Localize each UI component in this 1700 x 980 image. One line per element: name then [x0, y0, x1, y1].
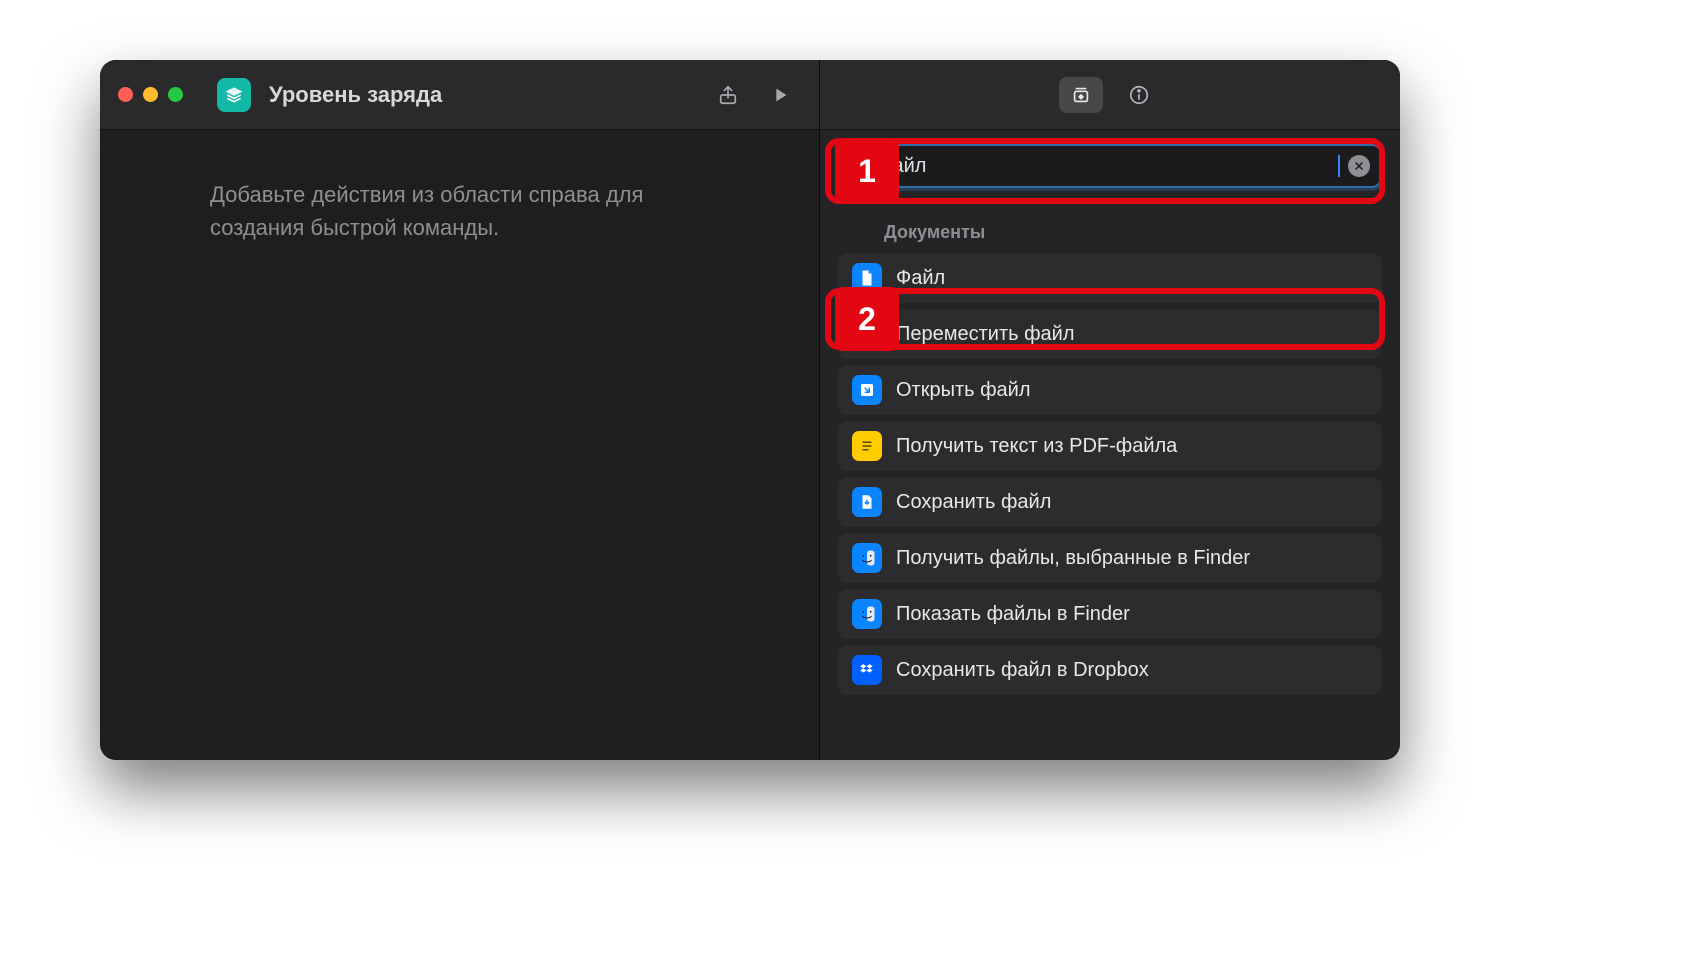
share-button[interactable]	[707, 74, 749, 116]
library-pane: Документы Файл Переместить файл	[820, 60, 1400, 760]
run-button[interactable]	[759, 74, 801, 116]
action-label: Сохранить файл	[896, 490, 1368, 515]
minimize-window-button[interactable]	[143, 87, 158, 102]
action-save-file[interactable]: Сохранить файл	[838, 477, 1382, 527]
editor-pane: Уровень заряда Добавьте действия из обла…	[100, 60, 820, 760]
document-icon	[852, 263, 882, 293]
window-controls	[118, 87, 183, 102]
fullscreen-window-button[interactable]	[168, 87, 183, 102]
action-open-file[interactable]: Открыть файл	[838, 365, 1382, 415]
action-file[interactable]: Файл	[838, 253, 1382, 303]
finder-icon	[852, 543, 882, 573]
action-pdf-text[interactable]: Получить текст из PDF-файла	[838, 421, 1382, 471]
action-label: Получить текст из PDF-файла	[896, 434, 1368, 459]
app-window: Уровень заряда Добавьте действия из обла…	[100, 60, 1400, 760]
action-label: Получить файлы, выбранные в Finder	[896, 546, 1368, 571]
action-label: Показать файлы в Finder	[896, 602, 1368, 627]
action-move-file[interactable]: Переместить файл	[838, 309, 1382, 359]
search-container	[820, 130, 1400, 196]
results-section-header: Документы	[838, 222, 1382, 253]
info-tab-button[interactable]	[1117, 77, 1161, 113]
action-finder-selected[interactable]: Получить файлы, выбранные в Finder	[838, 533, 1382, 583]
search-results: Документы Файл Переместить файл	[820, 196, 1400, 760]
close-window-button[interactable]	[118, 87, 133, 102]
action-label: Переместить файл	[896, 322, 1368, 347]
action-dropbox-save[interactable]: Сохранить файл в Dropbox	[838, 645, 1382, 695]
action-label: Открыть файл	[896, 378, 1368, 403]
search-icon	[850, 157, 868, 175]
save-file-icon	[852, 487, 882, 517]
action-label: Сохранить файл в Dropbox	[896, 658, 1368, 683]
shortcut-title[interactable]: Уровень заряда	[269, 82, 697, 108]
finder-icon	[852, 599, 882, 629]
pdf-text-icon	[852, 431, 882, 461]
open-file-icon	[852, 375, 882, 405]
search-field[interactable]	[838, 144, 1382, 188]
empty-canvas-hint: Добавьте действия из области справа для …	[100, 130, 819, 292]
dropbox-icon	[852, 655, 882, 685]
text-cursor	[1338, 155, 1340, 177]
action-label: Файл	[896, 266, 1368, 291]
titlebar: Уровень заряда	[100, 60, 819, 130]
shortcut-icon	[217, 78, 251, 112]
move-file-icon	[852, 319, 882, 349]
library-tab-button[interactable]	[1059, 77, 1103, 113]
search-input[interactable]	[876, 155, 1330, 178]
library-toolbar	[820, 60, 1400, 130]
clear-search-button[interactable]	[1348, 155, 1370, 177]
action-finder-show[interactable]: Показать файлы в Finder	[838, 589, 1382, 639]
